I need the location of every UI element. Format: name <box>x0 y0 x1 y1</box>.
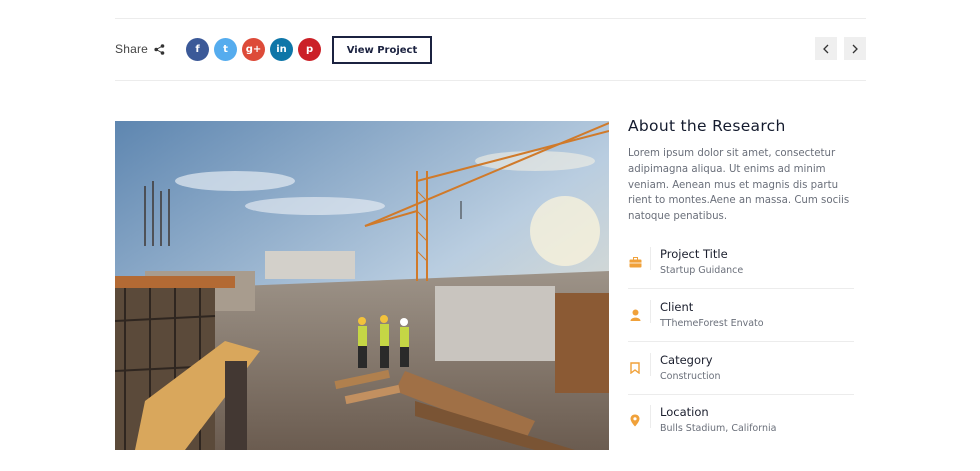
bookmark-icon <box>628 361 642 375</box>
detail-title: Location <box>660 405 709 419</box>
social-links: f t g+ in p <box>186 37 322 61</box>
prev-button[interactable] <box>815 37 837 60</box>
detail-divider <box>628 288 854 289</box>
detail-separator <box>650 405 651 428</box>
about-title: About the Research <box>628 117 786 135</box>
top-divider <box>115 18 866 19</box>
detail-title: Client <box>660 300 694 314</box>
map-pin-icon <box>628 413 642 427</box>
detail-project-title: Project Title Startup Guidance <box>628 247 854 299</box>
google-plus-icon[interactable]: g+ <box>242 37 266 61</box>
detail-value: Construction <box>660 371 721 382</box>
project-photo <box>115 121 609 450</box>
share-bar: Share f t g+ in p <box>115 36 322 62</box>
detail-location: Location Bulls Stadium, California <box>628 405 854 457</box>
detail-separator <box>650 247 651 270</box>
share-label: Share <box>115 42 149 56</box>
briefcase-icon <box>628 255 642 269</box>
detail-value: Bulls Stadium, California <box>660 423 777 434</box>
detail-title: Project Title <box>660 247 728 261</box>
detail-divider <box>628 394 854 395</box>
about-panel: About the Research Lorem ipsum dolor sit… <box>628 117 854 225</box>
chevron-left-icon <box>823 44 829 53</box>
about-description: Lorem ipsum dolor sit amet, consectetur … <box>628 148 850 223</box>
detail-separator <box>650 300 651 323</box>
view-project-button[interactable]: View Project <box>332 36 432 64</box>
detail-value: Startup Guidance <box>660 265 744 276</box>
twitter-icon[interactable]: t <box>214 37 238 61</box>
detail-category: Category Construction <box>628 353 854 405</box>
user-icon <box>628 308 642 322</box>
detail-title: Category <box>660 353 713 367</box>
detail-client: Client TThemeForest Envato <box>628 300 854 352</box>
middle-divider <box>115 80 866 81</box>
facebook-icon[interactable]: f <box>186 37 210 61</box>
chevron-right-icon <box>852 44 858 53</box>
linkedin-icon[interactable]: in <box>270 37 294 61</box>
detail-value: TThemeForest Envato <box>660 318 764 329</box>
detail-separator <box>650 353 651 376</box>
detail-divider <box>628 341 854 342</box>
pinterest-icon[interactable]: p <box>298 37 322 61</box>
next-button[interactable] <box>844 37 866 60</box>
share-icon <box>154 43 165 55</box>
